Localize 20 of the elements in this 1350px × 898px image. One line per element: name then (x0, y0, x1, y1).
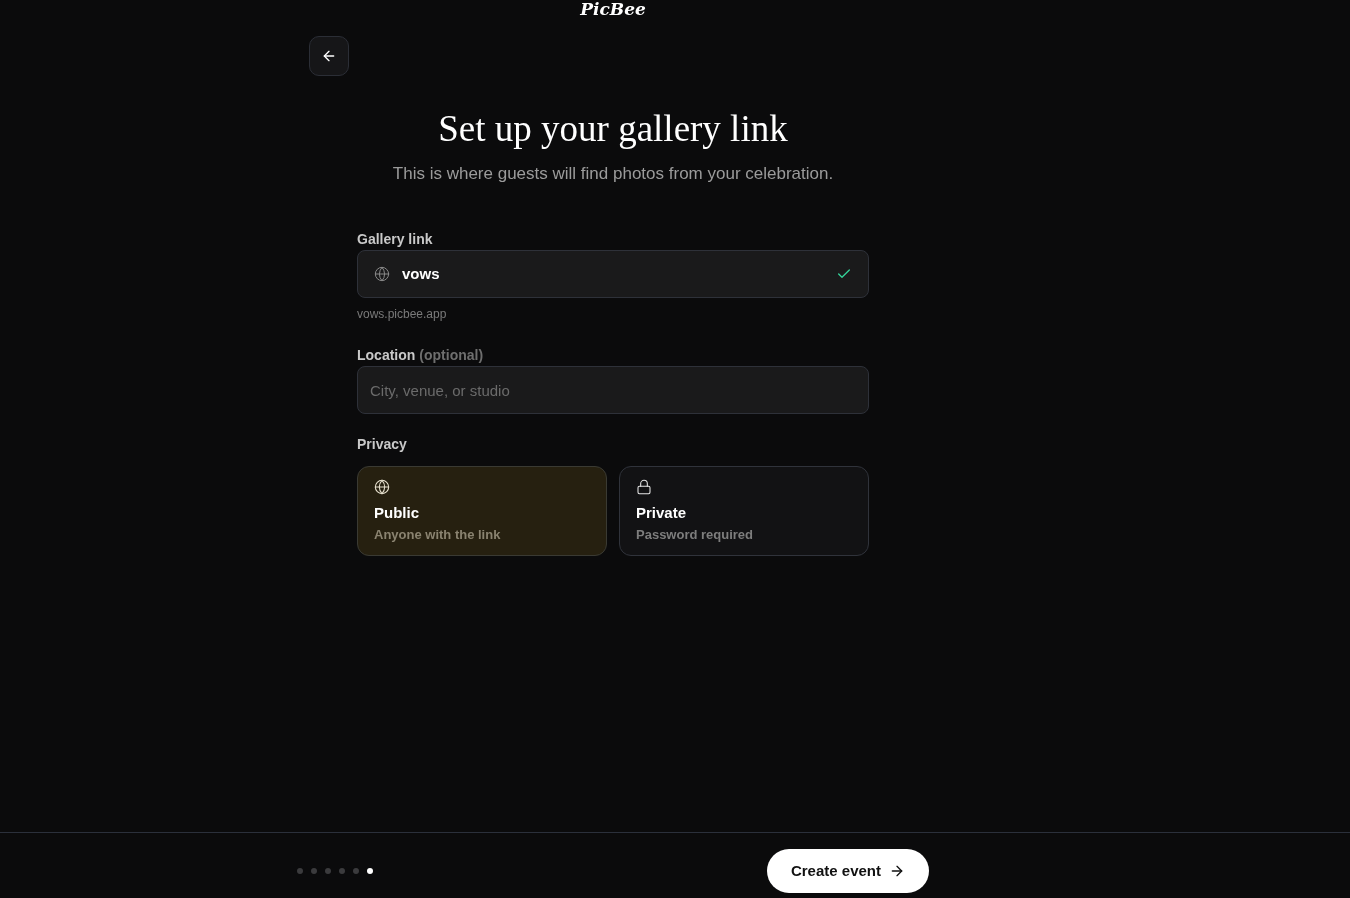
link-hint: vows.picbee.app (357, 306, 448, 322)
back-button[interactable] (309, 36, 349, 76)
location-field[interactable]: City, venue, or studio (357, 366, 869, 414)
field-value: vows (402, 263, 441, 284)
field-label: Location (357, 346, 416, 365)
privacy-option-card[interactable]: Private Password required (619, 466, 869, 556)
optional-note: (optional) (419, 346, 484, 365)
globe-icon (374, 479, 390, 495)
globe-icon (374, 266, 390, 282)
arrow-right-icon (889, 863, 905, 879)
back-arrow-icon (321, 48, 337, 64)
field-label: Privacy (357, 435, 408, 454)
field-label: Gallery link (357, 230, 434, 249)
privacy-option-card[interactable]: Public Anyone with the link (357, 466, 607, 556)
page-subtitle: This is where guests will find photos from your celebration. (392, 163, 834, 185)
gallery-link-field[interactable]: vows (357, 250, 869, 298)
create-event-button[interactable]: Create event (766, 849, 929, 893)
logo: PicBee (580, 0, 646, 18)
lock-icon (636, 479, 652, 495)
page-title: Set up your gallery link (438, 107, 788, 151)
